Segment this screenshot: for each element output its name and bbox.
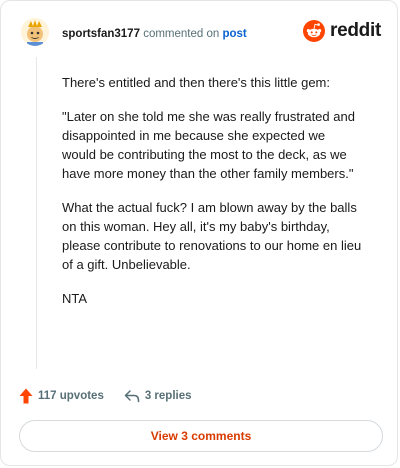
action-text: commented on (143, 28, 220, 40)
upvote-button[interactable]: 117 upvotes (19, 388, 104, 404)
thread-line (36, 57, 37, 369)
avatar-image (21, 18, 49, 46)
reply-count: 3 replies (144, 390, 192, 402)
comment-body: There's entitled and then there's this l… (62, 73, 362, 323)
reddit-logo[interactable]: reddit (303, 20, 381, 42)
reply-button[interactable]: 3 replies (124, 389, 192, 403)
comment-paragraph: What the actual fuck? I am blown away by… (62, 200, 362, 272)
upvote-count: 117 upvotes (38, 390, 104, 402)
comment-actions: 117 upvotes 3 replies (19, 386, 192, 406)
embedded-comment-card: sportsfan3177 commented on post reddit T… (0, 0, 398, 466)
reddit-snoo-icon (303, 20, 326, 42)
comment-header: sportsfan3177 commented on post reddit (1, 1, 397, 63)
reply-arrow-icon (124, 390, 140, 403)
comment-paragraph: NTA (62, 291, 88, 306)
comment-paragraph: There's entitled and then there's this l… (62, 75, 330, 90)
post-link[interactable]: post (222, 28, 246, 40)
view-comments-button[interactable]: View 3 comments (19, 420, 383, 452)
reddit-wordmark: reddit (330, 20, 381, 41)
avatar[interactable] (21, 18, 49, 46)
upvote-arrow-icon (19, 388, 33, 404)
comment-quote: "Later on she told me she was really fru… (62, 109, 355, 181)
author-name[interactable]: sportsfan3177 (62, 28, 140, 40)
comment-meta: sportsfan3177 commented on post (62, 27, 247, 41)
